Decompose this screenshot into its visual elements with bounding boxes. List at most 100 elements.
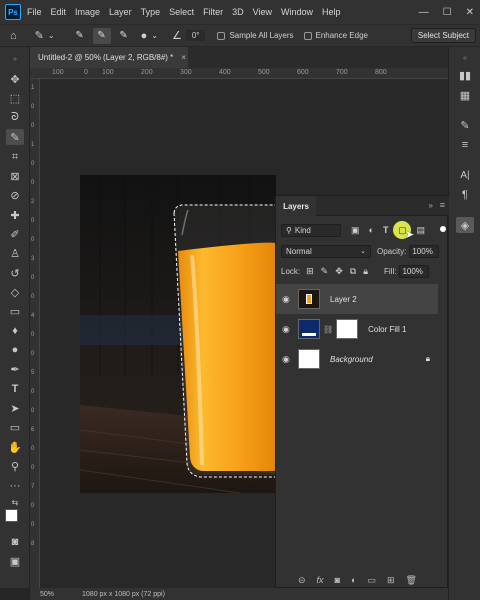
menu-select[interactable]: Select [169, 7, 194, 17]
fill-color-thumbnail[interactable] [298, 319, 320, 339]
enhance-edge-checkbox[interactable]: Enhance Edge [303, 31, 368, 40]
menu-image[interactable]: Image [75, 7, 100, 17]
layer-mask-thumbnail[interactable] [336, 319, 359, 339]
more-tools-icon[interactable]: ··· [6, 478, 24, 494]
menu-file[interactable]: File [27, 7, 42, 17]
pen-tool-icon[interactable]: ✒ [6, 361, 24, 377]
eye-icon[interactable]: ◉ [282, 294, 294, 305]
add-mask-icon[interactable]: ◙ [335, 575, 340, 585]
layer-row-layer-2[interactable]: ◉ Layer 2 [276, 284, 438, 314]
opacity-input[interactable]: 100% [409, 244, 440, 258]
hand-tool-icon[interactable]: ✋ [6, 439, 24, 455]
eye-icon[interactable]: ◉ [282, 324, 294, 335]
panel-menu-icon[interactable]: ≡ [440, 200, 445, 210]
select-subject-button[interactable]: Select Subject [410, 28, 476, 43]
lasso-tool-icon[interactable]: ᘐ [6, 109, 24, 125]
quick-selection-preset-icon[interactable]: ✎ [35, 29, 44, 42]
filter-type-icon[interactable]: T [383, 225, 389, 235]
menu-type[interactable]: Type [141, 7, 161, 17]
brush-size-icon[interactable]: ● [141, 30, 148, 42]
fill-input[interactable]: 100% [399, 264, 430, 278]
collapse-panel-icon[interactable]: » [429, 201, 433, 210]
menu-filter[interactable]: Filter [203, 7, 223, 17]
add-to-selection-icon[interactable]: ✎ [92, 27, 111, 44]
menu-3d[interactable]: 3D [232, 7, 244, 17]
filter-adjustment-icon[interactable]: ◐ [369, 225, 374, 235]
libraries-panel-icon[interactable]: ▦ [456, 87, 474, 103]
home-icon[interactable]: ⌂ [10, 30, 17, 42]
link-layers-icon[interactable]: ⊝ [298, 575, 306, 586]
document-image[interactable] [80, 175, 276, 493]
filter-pixel-icon[interactable]: ▣ [351, 225, 360, 236]
zoom-tool-icon[interactable]: ⚲ [6, 458, 24, 474]
new-selection-icon[interactable]: ✎ [71, 28, 89, 44]
adjustments-panel-icon[interactable]: ≡ [456, 137, 474, 153]
chevron-down-icon[interactable]: ⌄ [48, 31, 55, 40]
filter-kind-dropdown[interactable]: ⚲ Kind [281, 223, 341, 237]
menu-view[interactable]: View [253, 7, 272, 17]
gradient-tool-icon[interactable]: ▭ [6, 303, 24, 319]
swap-colors-icon[interactable]: ⇆ [6, 494, 24, 510]
layer-name[interactable]: Background [330, 355, 373, 364]
healing-brush-tool-icon[interactable]: ✚ [6, 207, 24, 223]
path-selection-tool-icon[interactable]: ➤ [6, 400, 24, 416]
minimize-button[interactable]: — [419, 7, 429, 18]
paragraph-panel-icon[interactable]: ¶ [456, 187, 474, 203]
document-tab[interactable]: Untitled-2 @ 50% (Layer 2, RGB/8#) * × [30, 47, 188, 68]
clone-stamp-tool-icon[interactable]: ♙ [6, 245, 24, 261]
new-layer-icon[interactable]: ⊞ [387, 575, 395, 586]
panel-collapse-icon[interactable]: » [6, 51, 24, 67]
layers-panel-icon[interactable]: ◈ [456, 217, 474, 233]
subtract-from-selection-icon[interactable]: ✎ [115, 28, 133, 44]
rectangle-tool-icon[interactable]: ▭ [6, 419, 24, 435]
adjustment-layer-icon[interactable]: ◐ [351, 575, 356, 585]
screen-mode-icon[interactable]: ▣ [6, 553, 24, 569]
filter-smart-object-icon[interactable]: ▤ [416, 225, 425, 236]
menu-help[interactable]: Help [322, 7, 341, 17]
maximize-button[interactable]: ☐ [443, 7, 452, 18]
dock-expand-icon[interactable]: « [456, 50, 474, 66]
brush-tool-icon[interactable]: ✐ [6, 226, 24, 242]
filter-toggle-icon[interactable] [440, 226, 446, 232]
layer-row-background[interactable]: ◉ Background 🔒︎ [276, 344, 438, 374]
layer-name[interactable]: Color Fill 1 [368, 325, 406, 334]
history-brush-tool-icon[interactable]: ↺ [6, 265, 24, 281]
layer-name[interactable]: Layer 2 [330, 295, 357, 304]
new-group-icon[interactable]: ▭ [367, 575, 376, 586]
character-panel-icon[interactable]: A| [456, 167, 474, 183]
sample-all-layers-checkbox[interactable]: Sample All Layers [217, 31, 294, 40]
foreground-color-swatch[interactable] [5, 509, 18, 522]
layer-row-color-fill-1[interactable]: ◉ ⛓ Color Fill 1 [276, 314, 438, 344]
lock-image-pixels-icon[interactable]: ✎ [321, 266, 329, 277]
close-window-button[interactable]: ✕ [466, 7, 474, 18]
menu-window[interactable]: Window [281, 7, 313, 17]
lock-artboard-icon[interactable]: ⧉ [350, 266, 356, 277]
brush-size-chevron-icon[interactable]: ⌄ [151, 31, 158, 40]
frame-tool-icon[interactable]: ⊠ [6, 168, 24, 184]
blend-mode-dropdown[interactable]: Normal ⌄ [281, 244, 371, 258]
zoom-level[interactable]: 50% [40, 591, 54, 598]
link-icon[interactable]: ⛓ [323, 325, 333, 334]
crop-tool-icon[interactable]: ⌗ [6, 149, 24, 165]
layers-panel-tab[interactable]: Layers [276, 196, 316, 216]
dodge-tool-icon[interactable]: ● [6, 342, 24, 358]
blur-tool-icon[interactable]: ♦ [6, 323, 24, 339]
lock-position-icon[interactable]: ✥ [335, 266, 343, 277]
marquee-tool-icon[interactable]: ⬚ [6, 90, 24, 106]
type-tool-icon[interactable]: T [6, 381, 24, 397]
brushes-panel-icon[interactable]: ✎ [456, 117, 474, 133]
angle-input[interactable]: 0° [185, 30, 206, 41]
lock-all-icon[interactable]: 🔒︎ [363, 266, 368, 277]
history-panel-icon[interactable]: ▮▮ [456, 67, 474, 83]
eyedropper-tool-icon[interactable]: ⊘ [6, 187, 24, 203]
layer-style-icon[interactable]: fx [317, 575, 324, 585]
menu-edit[interactable]: Edit [51, 7, 67, 17]
quick-selection-tool-icon[interactable]: ✎ [6, 129, 24, 145]
eye-icon[interactable]: ◉ [282, 354, 294, 365]
move-tool-icon[interactable]: ✥ [6, 71, 24, 87]
delete-layer-icon[interactable]: 🗑︎ [406, 575, 417, 586]
eraser-tool-icon[interactable]: ◇ [6, 284, 24, 300]
lock-transparent-pixels-icon[interactable]: ⊞ [306, 266, 314, 277]
menu-layer[interactable]: Layer [109, 7, 132, 17]
quick-mask-icon[interactable]: ◙ [6, 534, 24, 550]
